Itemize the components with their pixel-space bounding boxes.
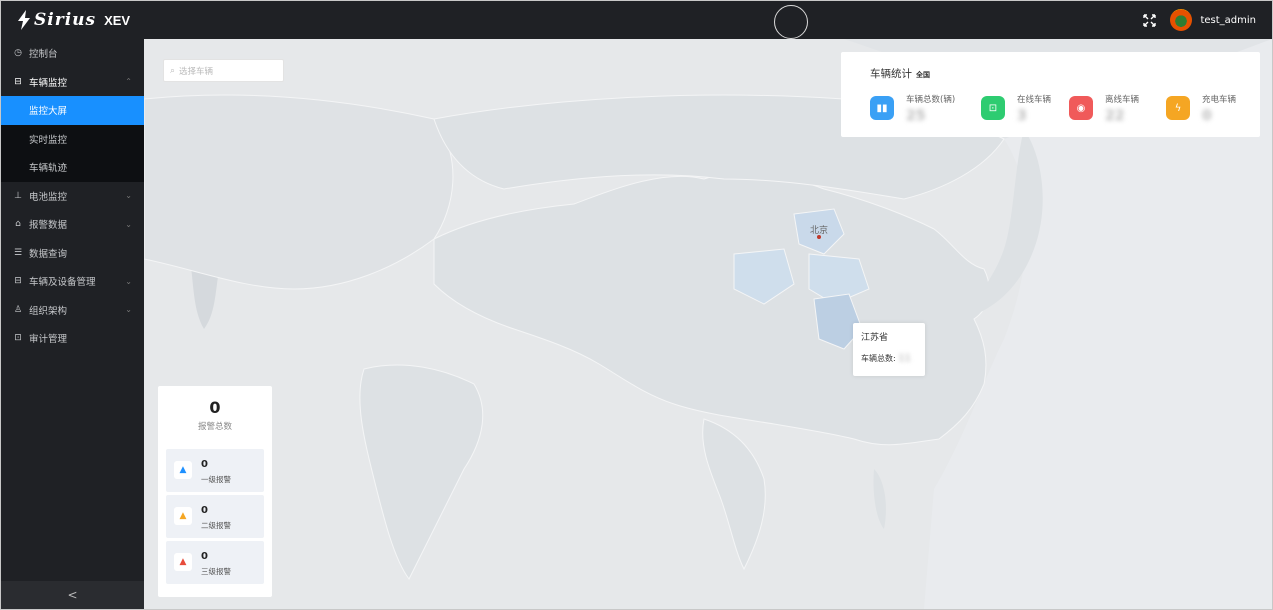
- alarm-level-3[interactable]: ▲ 0 三级报警: [166, 541, 264, 584]
- car-icon: ⊡: [981, 96, 1005, 120]
- sidebar-item-audit[interactable]: ⊡ 审计管理: [1, 324, 144, 353]
- tooltip-value: 11: [898, 353, 911, 364]
- user-area: test_admin: [1143, 1, 1256, 39]
- user-icon: ♙: [13, 304, 23, 315]
- username[interactable]: test_admin: [1200, 15, 1256, 26]
- alarm-level-2[interactable]: ▲ 0 二级报警: [166, 495, 264, 538]
- lightning-icon: [18, 10, 30, 30]
- map-view[interactable]: 北京 ⌕ 选择车辆 车辆统计 全国 ▮▮ 车辆总数(辆) 25 ⊡ 在线车辆 3 ◉ …: [144, 39, 1272, 609]
- charge-icon: ϟ: [1166, 96, 1190, 120]
- chevron-down-icon: ⌄: [125, 305, 132, 315]
- chevron-up-icon: ⌃: [125, 77, 132, 87]
- avatar[interactable]: [1170, 9, 1193, 31]
- top-bar: Sirius XEV test_admin: [1, 1, 1272, 39]
- alarm-panel: 0 报警总数 ▲ 0 一级报警 ▲ 0 二级报警 ▲ 0 三级报警: [158, 386, 272, 597]
- stat-offline: ◉ 离线车辆 22: [1069, 93, 1139, 124]
- sidebar-subitem-track[interactable]: 车辆轨迹: [1, 153, 144, 182]
- tooltip-province: 江苏省: [861, 333, 889, 343]
- bell-icon: ▲: [174, 553, 192, 571]
- sidebar-item-battery[interactable]: ⊥ 电池监控 ⌄: [1, 182, 144, 211]
- product-name: XEV: [104, 12, 131, 28]
- vehicle-stats-panel: 车辆统计 全国 ▮▮ 车辆总数(辆) 25 ⊡ 在线车辆 3 ◉ 离线车辆 22 ϟ 充…: [841, 52, 1260, 137]
- car-icon: ⊟: [14, 76, 22, 87]
- stat-online: ⊡ 在线车辆 3: [981, 93, 1051, 124]
- sidebar-item-vehicle-monitor[interactable]: ⊟ 车辆监控 ⌃: [1, 68, 144, 97]
- clock-icon: ◷: [14, 48, 22, 59]
- bell-icon: ▲: [174, 507, 192, 525]
- bell-icon: ▲: [174, 461, 192, 479]
- brand-name: Sirius: [34, 10, 97, 30]
- map-tooltip: 江苏省 车辆总数: 11: [853, 323, 925, 376]
- bar-chart-icon: ▮▮: [870, 96, 894, 120]
- sidebar-item-device[interactable]: ⊟ 车辆及设备管理 ⌄: [1, 267, 144, 296]
- alarm-total-count: 0: [209, 398, 221, 417]
- audit-icon: ⊡: [14, 333, 22, 344]
- sidebar-subitem-realtime[interactable]: 实时监控: [1, 124, 144, 153]
- device-icon: ⊟: [14, 276, 22, 287]
- sidebar-item-query[interactable]: ☰ 数据查询: [1, 239, 144, 268]
- stats-title: 车辆统计 全国: [870, 68, 930, 80]
- battery-icon: ⊥: [14, 190, 22, 201]
- list-icon: ☰: [13, 247, 23, 258]
- map-city-marker[interactable]: [817, 235, 821, 239]
- stats-scope: 全国: [916, 71, 930, 79]
- tooltip-label: 车辆总数:: [861, 354, 896, 363]
- stat-total: ▮▮ 车辆总数(辆) 25: [870, 93, 955, 124]
- app-window: Sirius XEV test_admin ◷ 控制台 ⊟ 车辆监控 ⌃ 监控大…: [0, 0, 1273, 610]
- alarm-level-1[interactable]: ▲ 0 一级报警: [166, 449, 264, 492]
- sidebar-item-org[interactable]: ♙ 组织架构 ⌄: [1, 296, 144, 325]
- alarm-total-label: 报警总数: [197, 422, 232, 432]
- fullscreen-icon[interactable]: [1143, 13, 1157, 27]
- wifi-off-icon: ◉: [1069, 96, 1093, 120]
- sidebar-item-dashboard[interactable]: ◷ 控制台: [1, 39, 144, 68]
- sidebar-subitem-monitor-screen[interactable]: 监控大屏: [1, 96, 144, 125]
- stat-charging: ϟ 充电车辆 0: [1166, 93, 1236, 124]
- sidebar-collapse-button[interactable]: <: [1, 581, 144, 609]
- sidebar-item-alarm[interactable]: ⌂ 报警数据 ⌄: [1, 210, 144, 239]
- sidebar: ◷ 控制台 ⊟ 车辆监控 ⌃ 监控大屏 实时监控 车辆轨迹 ⊥ 电池监控 ⌄ ⌂…: [1, 39, 144, 609]
- vehicle-search-input[interactable]: ⌕ 选择车辆: [163, 59, 284, 82]
- chevron-down-icon: ⌄: [125, 276, 132, 286]
- loading-circle-icon: [774, 5, 808, 39]
- search-icon: ⌕: [170, 65, 176, 76]
- chevron-down-icon: ⌄: [125, 191, 132, 201]
- logo[interactable]: Sirius XEV: [17, 10, 130, 30]
- alarm-icon: ⌂: [15, 219, 21, 230]
- search-placeholder: 选择车辆: [179, 66, 214, 77]
- chevron-down-icon: ⌄: [125, 219, 132, 229]
